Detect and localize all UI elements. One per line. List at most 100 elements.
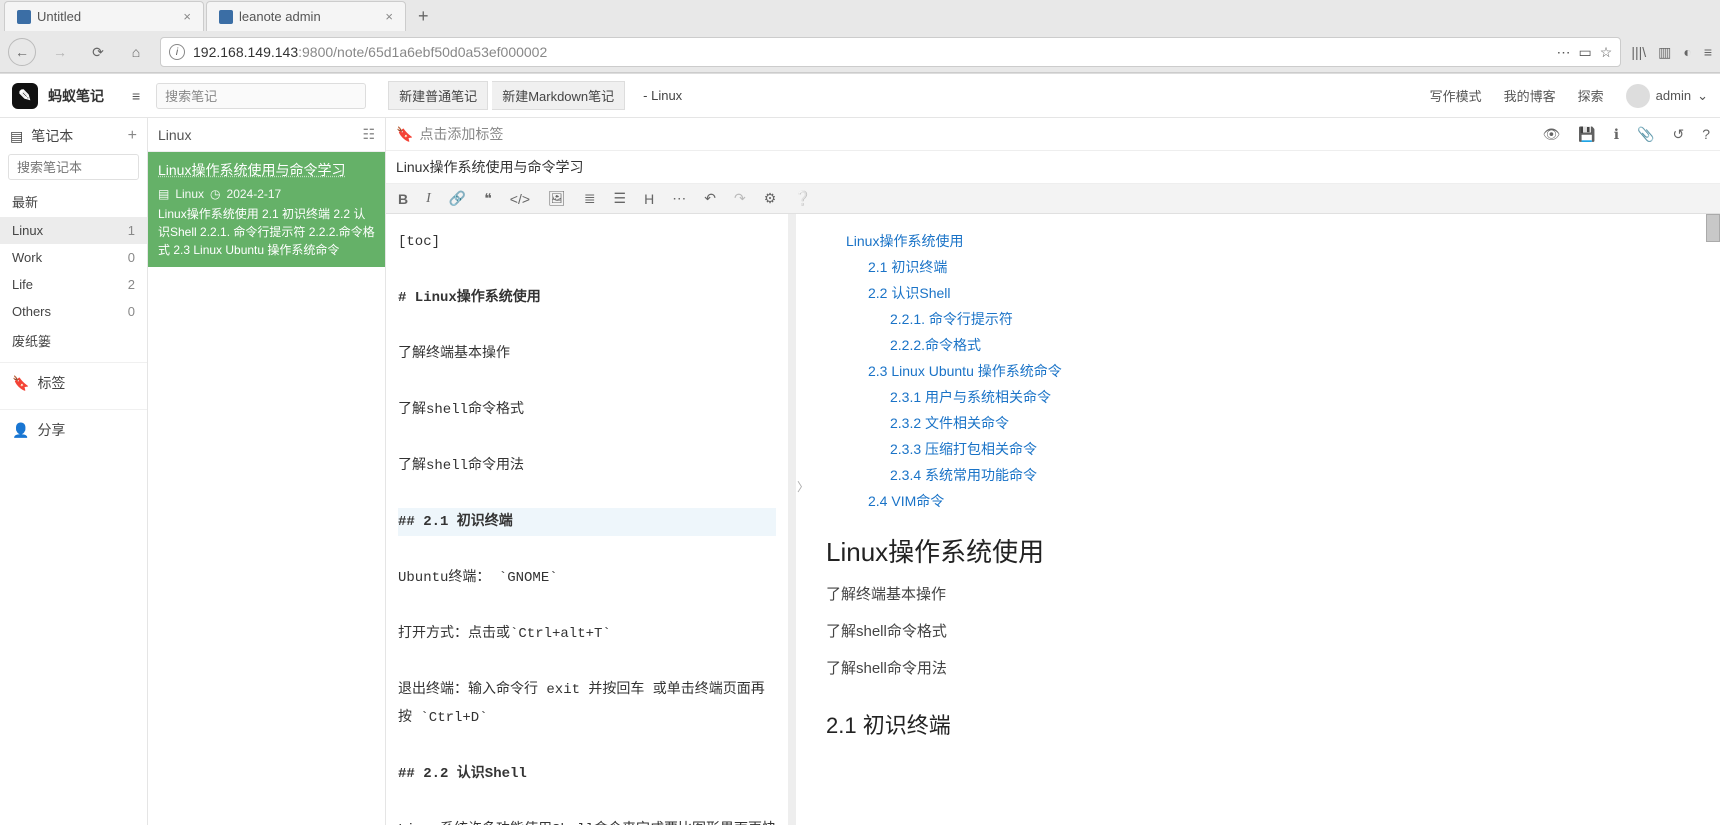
table-of-contents: Linux操作系统使用 2.1 初识终端 2.2 认识Shell 2.2.1. … xyxy=(826,228,1690,514)
book-icon: ▤ xyxy=(158,185,169,203)
add-notebook-button[interactable]: + xyxy=(128,127,137,145)
toc-link[interactable]: 2.3.4 系统常用功能命令 xyxy=(890,462,1690,488)
url-bar[interactable]: i 192.168.149.143:9800/note/65d1a6ebf50d… xyxy=(160,37,1621,67)
editor: 🔖 点击添加标签 👁 💾 ℹ 📎 ↺ ? Linux操作系统使用与命令学习 B … xyxy=(386,118,1720,825)
toc-link[interactable]: 2.2.1. 命令行提示符 xyxy=(890,306,1690,332)
library-icon[interactable]: |||\ xyxy=(1631,44,1646,60)
markdown-source[interactable]: [toc] # Linux操作系统使用 了解终端基本操作 了解shell命令格式… xyxy=(386,214,796,825)
scrollbar[interactable] xyxy=(1706,214,1720,242)
italic-button[interactable]: I xyxy=(426,191,431,207)
preview-icon[interactable]: 👁 xyxy=(1542,126,1560,143)
preview-p: 了解shell命令用法 xyxy=(826,655,1690,682)
settings-icon[interactable]: ⚙ xyxy=(764,190,777,207)
browser-chrome: Untitled × leanote admin × + ← → ⟳ ⌂ i 1… xyxy=(0,0,1720,73)
sidebar-item-tags[interactable]: 🔖 标签 xyxy=(0,362,147,403)
back-button[interactable]: ← xyxy=(8,38,36,66)
note-card-meta: ▤ Linux ◷ 2024-2-17 xyxy=(158,185,375,203)
search-notes-input[interactable]: 搜索笔记 xyxy=(156,83,366,109)
image-button[interactable]: 🖼 xyxy=(548,190,566,207)
reader-icon[interactable]: ▭ xyxy=(1579,44,1592,61)
user-menu[interactable]: admin ⌄ xyxy=(1626,84,1708,108)
sidebar-item-trash[interactable]: 废纸篓 xyxy=(0,325,147,356)
header-link[interactable]: 探索 xyxy=(1578,86,1604,105)
toc-link[interactable]: 2.3 Linux Ubuntu 操作系统命令 xyxy=(868,358,1690,384)
more-icon[interactable]: ⋯ xyxy=(1557,44,1571,61)
save-icon[interactable]: 💾 xyxy=(1578,126,1595,143)
toc-link[interactable]: 2.1 初识终端 xyxy=(868,254,1690,280)
undo-button[interactable]: ↶ xyxy=(704,190,716,207)
close-icon[interactable]: × xyxy=(385,9,393,24)
sidebar-item-folder[interactable]: Others 0 xyxy=(0,298,147,325)
toc-link[interactable]: 2.3.3 压缩打包相关命令 xyxy=(890,436,1690,462)
sidebar-item-folder[interactable]: Linux 1 xyxy=(0,217,147,244)
note-card-title: Linux操作系统使用与命令学习 xyxy=(158,160,375,181)
notebook-label: 笔记本 xyxy=(31,126,73,146)
info-icon[interactable]: ℹ xyxy=(1614,126,1619,143)
code-button[interactable]: </> xyxy=(510,191,530,207)
home-button[interactable]: ⌂ xyxy=(122,38,150,66)
notebook-search-input[interactable] xyxy=(8,154,139,180)
close-icon[interactable]: × xyxy=(183,9,191,24)
favicon-icon xyxy=(219,10,233,24)
header-link[interactable]: 写作模式 xyxy=(1430,86,1482,105)
redo-button[interactable]: ↷ xyxy=(734,190,746,207)
notebook-search[interactable] xyxy=(8,154,139,180)
help-icon[interactable]: ? xyxy=(1702,126,1710,143)
browser-tab[interactable]: Untitled × xyxy=(4,1,204,31)
help-icon[interactable]: ❔ xyxy=(794,190,811,207)
attachment-icon[interactable]: 📎 xyxy=(1637,126,1654,143)
app-header: ✎ 蚂蚁笔记 ≡ 搜索笔记 新建普通笔记 新建Markdown笔记 - Linu… xyxy=(0,74,1720,118)
header-link[interactable]: 我的博客 xyxy=(1504,86,1556,105)
forward-button[interactable]: → xyxy=(46,38,74,66)
sidebar-item-share[interactable]: 👤 分享 xyxy=(0,409,147,450)
sidebar-item-folder[interactable]: Work 0 xyxy=(0,244,147,271)
ul-button[interactable]: ☰ xyxy=(614,190,627,207)
quote-button[interactable]: ❝ xyxy=(484,190,492,207)
sort-icon[interactable]: ☷ xyxy=(362,126,375,143)
note-title[interactable]: Linux操作系统使用与命令学习 xyxy=(386,151,1720,184)
tab-title: Untitled xyxy=(37,9,81,24)
shield-icon[interactable]: ◐ xyxy=(1683,44,1691,60)
bold-button[interactable]: B xyxy=(398,191,408,207)
tag-icon: 🔖 xyxy=(12,375,29,392)
preview-pane: 〉 Linux操作系统使用 2.1 初识终端 2.2 认识Shell 2.2.1… xyxy=(796,214,1720,825)
toc-link[interactable]: 2.2.2.命令格式 xyxy=(890,332,1690,358)
more-button[interactable]: ⋯ xyxy=(672,190,686,207)
reload-button[interactable]: ⟳ xyxy=(84,38,112,66)
search-placeholder: 搜索笔记 xyxy=(165,86,217,105)
logo-icon[interactable]: ✎ xyxy=(12,83,38,109)
book-icon: ▤ xyxy=(10,128,23,145)
toc-link[interactable]: 2.3.1 用户与系统相关命令 xyxy=(890,384,1690,410)
menu-icon[interactable]: ≡ xyxy=(1704,44,1712,60)
sidebar-item-folder[interactable]: Life 2 xyxy=(0,271,147,298)
toc-link[interactable]: 2.3.2 文件相关命令 xyxy=(890,410,1690,436)
new-tab-button[interactable]: + xyxy=(408,6,439,27)
ol-button[interactable]: ≣ xyxy=(584,190,596,207)
browser-tab[interactable]: leanote admin × xyxy=(206,1,406,31)
toggle-sidebar-icon[interactable]: ≡ xyxy=(132,88,140,104)
new-note-button[interactable]: 新建普通笔记 xyxy=(388,81,488,110)
note-card[interactable]: Linux操作系统使用与命令学习 ▤ Linux ◷ 2024-2-17 Lin… xyxy=(148,152,385,267)
toc-link[interactable]: Linux操作系统使用 xyxy=(846,228,1690,254)
toc-link[interactable]: 2.2 认识Shell xyxy=(868,280,1690,306)
notebook-header: ▤ 笔记本 + xyxy=(0,118,147,154)
sidebar-icon[interactable]: ▥ xyxy=(1658,44,1671,61)
history-icon[interactable]: ↺ xyxy=(1672,126,1684,143)
link-button[interactable]: 🔗 xyxy=(449,190,466,207)
info-icon[interactable]: i xyxy=(169,44,185,60)
toc-link[interactable]: 2.4 VIM命令 xyxy=(868,488,1690,514)
sidebar-item-latest[interactable]: 最新 xyxy=(0,186,147,217)
add-tag-hint[interactable]: 点击添加标签 xyxy=(419,124,503,144)
collapse-handle-icon[interactable]: 〉 xyxy=(796,474,810,498)
preview-h2: 2.1 初识终端 xyxy=(826,708,1690,740)
note-list: Linux ☷ Linux操作系统使用与命令学习 ▤ Linux ◷ 2024-… xyxy=(148,118,386,825)
bookmark-icon[interactable]: ☆ xyxy=(1600,44,1613,61)
browser-tabs: Untitled × leanote admin × + xyxy=(0,0,1720,32)
avatar xyxy=(1626,84,1650,108)
note-action-icons: 👁 💾 ℹ 📎 ↺ ? xyxy=(1542,126,1710,143)
bookmark-icon: 🔖 xyxy=(396,126,413,143)
preview-p: 了解终端基本操作 xyxy=(826,581,1690,608)
tag-row: 🔖 点击添加标签 👁 💾 ℹ 📎 ↺ ? xyxy=(386,118,1720,151)
new-markdown-button[interactable]: 新建Markdown笔记 xyxy=(492,81,625,110)
heading-button[interactable]: H xyxy=(644,191,654,207)
